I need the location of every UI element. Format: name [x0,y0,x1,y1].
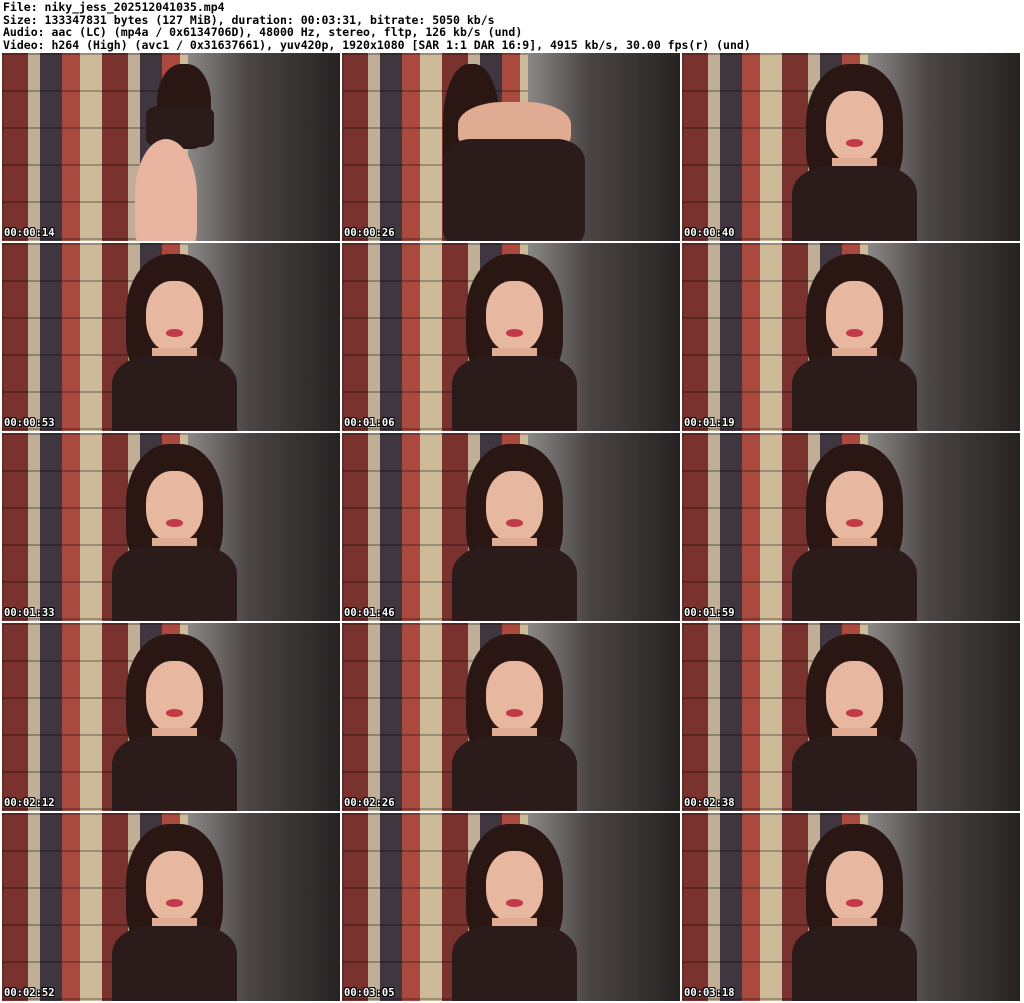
video-thumbnail[interactable]: 00:01:33 [2,433,340,621]
video-thumbnail[interactable]: 00:00:26 [342,53,680,241]
figure-shirt [791,925,917,1001]
thumbnail-timestamp: 00:00:53 [4,417,55,429]
file-name-line: File: niky_jess_202512041035.mp4 [3,0,225,14]
figure-shirt [791,545,917,621]
figure-face [485,470,543,543]
figure-lips [165,899,183,907]
person-figure [443,254,585,431]
figure-lips [505,899,523,907]
figure-shirt [111,545,237,621]
person-figure [783,444,925,621]
figure-face [485,280,543,353]
audio-info-line: Audio: aac (LC) (mp4a / 0x6134706D), 480… [3,25,523,40]
thumbnail-timestamp: 00:01:06 [344,417,395,429]
person-figure [103,634,245,811]
thumbnail-timestamp: 00:03:05 [344,987,395,999]
person-figure [443,634,585,811]
person-figure [103,64,245,241]
figure-shirt [451,735,577,811]
thumbnail-timestamp: 00:02:26 [344,797,395,809]
figure-face [825,280,883,353]
figure-lips [845,329,863,337]
figure-shirt [111,355,237,431]
video-thumbnail[interactable]: 00:02:26 [342,623,680,811]
figure-shirt [111,925,237,1001]
figure-face [145,470,203,543]
figure-lips [165,519,183,527]
person-figure [103,824,245,1001]
video-thumbnail[interactable]: 00:01:19 [682,243,1020,431]
thumbnail-timestamp: 00:02:52 [4,987,55,999]
video-thumbnail[interactable]: 00:00:40 [682,53,1020,241]
video-thumbnail[interactable]: 00:00:53 [2,243,340,431]
video-thumbnail[interactable]: 00:02:38 [682,623,1020,811]
figure-face [145,660,203,733]
person-figure [103,254,245,431]
figure-face [485,660,543,733]
figure-lips [505,519,523,527]
video-thumbnail[interactable]: 00:02:52 [2,813,340,1001]
video-info-header: File: niky_jess_202512041035.mp4 Size: 1… [3,1,1021,51]
video-thumbnail[interactable]: 00:03:05 [342,813,680,1001]
thumbnail-timestamp: 00:01:19 [684,417,735,429]
thumbnail-timestamp: 00:02:38 [684,797,735,809]
person-figure [443,824,585,1001]
figure-body [134,139,198,241]
figure-shirt [443,139,586,241]
thumbnail-timestamp: 00:00:14 [4,227,55,239]
video-thumbnail[interactable]: 00:01:06 [342,243,680,431]
figure-face [145,850,203,923]
video-info-line: Video: h264 (High) (avc1 / 0x31637661), … [3,37,751,52]
person-figure [783,254,925,431]
thumbnail-timestamp: 00:00:26 [344,227,395,239]
video-thumbnail[interactable]: 00:01:46 [342,433,680,621]
thumbnail-timestamp: 00:01:59 [684,607,735,619]
thumbnail-timestamp: 00:00:40 [684,227,735,239]
figure-lips [505,709,523,717]
video-thumbnail[interactable]: 00:03:18 [682,813,1020,1001]
figure-face [825,850,883,923]
thumbnail-grid: 00:00:14 00:00:26 00:00:40 00:00:53 00:01:06… [2,53,1022,1001]
figure-lips [505,329,523,337]
figure-shirt [791,735,917,811]
thumbnail-timestamp: 00:02:12 [4,797,55,809]
figure-shirt [111,735,237,811]
figure-lips [845,139,863,147]
figure-shirt [451,545,577,621]
figure-shirt [451,925,577,1001]
figure-shirt [451,355,577,431]
figure-lips [165,329,183,337]
video-thumbnail[interactable]: 00:02:12 [2,623,340,811]
figure-face [485,850,543,923]
person-figure [443,444,585,621]
thumbnail-timestamp: 00:01:33 [4,607,55,619]
figure-face [825,660,883,733]
figure-shirt [791,355,917,431]
person-figure [783,634,925,811]
figure-lips [165,709,183,717]
thumbnail-timestamp: 00:01:46 [344,607,395,619]
figure-face [825,90,883,163]
figure-face [825,470,883,543]
person-figure [783,824,925,1001]
figure-lips [845,519,863,527]
video-thumbnail[interactable]: 00:01:59 [682,433,1020,621]
thumbnail-timestamp: 00:03:18 [684,987,735,999]
video-thumbnail[interactable]: 00:00:14 [2,53,340,241]
figure-shirt [791,165,917,241]
person-figure [103,444,245,621]
figure-lips [845,709,863,717]
figure-face [145,280,203,353]
figure-lips [845,899,863,907]
person-figure [783,64,925,241]
person-figure [443,64,586,241]
